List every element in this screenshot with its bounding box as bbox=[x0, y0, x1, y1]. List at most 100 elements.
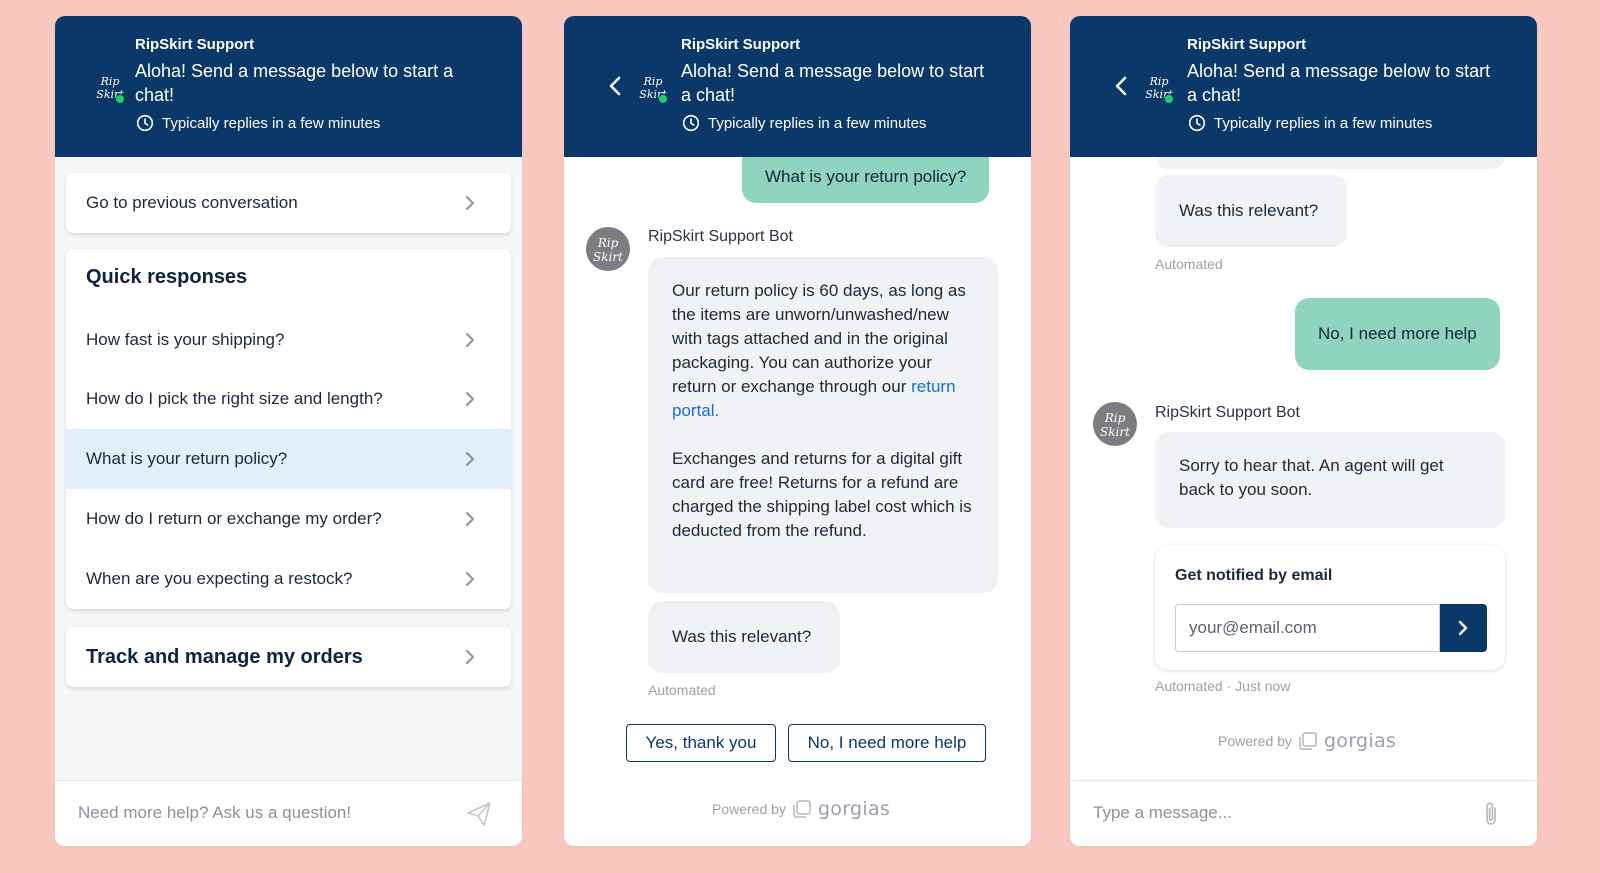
bot-avatar: Rip Skirt bbox=[586, 227, 630, 271]
quick-response-return-policy[interactable]: What is your return policy? bbox=[66, 429, 511, 489]
brand-logo: Rip Skirt bbox=[91, 68, 129, 106]
bot-message-paragraph: Exchanges and returns for a digital gift… bbox=[672, 449, 972, 540]
brand-logo: Rip Skirt bbox=[634, 68, 672, 106]
email-input[interactable]: your@email.com bbox=[1175, 604, 1440, 652]
previous-conversation-label: Go to previous conversation bbox=[86, 193, 298, 212]
chat-widget-home: Rip Skirt RipSkirt Support Aloha! Send a … bbox=[55, 16, 522, 846]
bot-avatar: Rip Skirt bbox=[1093, 402, 1137, 446]
online-status-dot bbox=[115, 94, 125, 104]
need-more-help-button[interactable]: No, I need more help bbox=[788, 724, 986, 762]
previous-conversation-card[interactable]: Go to previous conversation bbox=[66, 173, 511, 233]
chevron-right-icon bbox=[466, 333, 474, 347]
greeting-text: Aloha! Send a message below to start a c… bbox=[681, 59, 1001, 107]
reply-time: Typically replies in a few minutes bbox=[136, 114, 380, 132]
greeting-text: Aloha! Send a message below to start a c… bbox=[1187, 59, 1507, 107]
powered-by: Powered by gorgias bbox=[712, 798, 890, 820]
brand-name: RipSkirt Support bbox=[681, 36, 801, 53]
message-input-placeholder: Type a message... bbox=[1093, 803, 1232, 822]
clock-icon bbox=[682, 114, 700, 132]
user-message: No, I need more help bbox=[1295, 298, 1500, 370]
relevance-question: Was this relevant? bbox=[1155, 175, 1347, 247]
bot-name: RipSkirt Support Bot bbox=[1155, 404, 1300, 421]
chat-widget-conversation: Rip Skirt RipSkirt Support Aloha! Send a … bbox=[564, 16, 1031, 846]
chat-widget-escalation: Rip Skirt RipSkirt Support Aloha! Send a … bbox=[1070, 16, 1537, 846]
quick-response-restock[interactable]: When are you expecting a restock? bbox=[66, 549, 511, 609]
message-input[interactable]: Need more help? Ask us a question! bbox=[55, 780, 522, 846]
reply-time: Typically replies in a few minutes bbox=[682, 114, 926, 132]
chevron-right-icon bbox=[466, 392, 474, 406]
email-card-title: Get notified by email bbox=[1175, 567, 1333, 584]
email-notification-card: Get notified by email your@email.com bbox=[1155, 545, 1505, 670]
clock-icon bbox=[1188, 114, 1206, 132]
gorgias-logo-icon bbox=[793, 800, 811, 818]
chevron-right-icon bbox=[466, 572, 474, 586]
chevron-right-icon bbox=[466, 512, 474, 526]
quick-response-return-exchange[interactable]: How do I return or exchange my order? bbox=[66, 489, 511, 549]
online-status-dot bbox=[658, 94, 668, 104]
gorgias-wordmark: gorgias bbox=[817, 798, 891, 820]
automated-label: Automated bbox=[1155, 256, 1223, 272]
brand-name: RipSkirt Support bbox=[135, 36, 255, 53]
chevron-right-icon bbox=[1458, 620, 1468, 636]
quick-response-label: When are you expecting a restock? bbox=[86, 569, 353, 588]
automated-label: Automated bbox=[648, 682, 716, 698]
brand-logo: Rip Skirt bbox=[1140, 68, 1178, 106]
gorgias-wordmark: gorgias bbox=[1323, 730, 1397, 752]
email-meta: Automated · Just now bbox=[1155, 678, 1291, 694]
yes-thank-you-button[interactable]: Yes, thank you bbox=[626, 724, 776, 762]
greeting-line: a chat! bbox=[681, 85, 736, 105]
track-orders-link[interactable]: Track and manage my orders bbox=[66, 627, 511, 687]
greeting-line: a chat! bbox=[1187, 85, 1242, 105]
home-content: Go to previous conversation Quick respon… bbox=[55, 157, 522, 846]
bot-message-paragraph: Our return policy is 60 days, as long as… bbox=[672, 281, 966, 420]
quick-response-label: How do I pick the right size and length? bbox=[86, 389, 383, 408]
quick-response-label: What is your return policy? bbox=[86, 449, 288, 468]
chat-header: Rip Skirt RipSkirt Support Aloha! Send a … bbox=[564, 16, 1031, 157]
svg-text:Skirt: Skirt bbox=[1100, 425, 1130, 439]
greeting-text: Aloha! Send a message below to start a c… bbox=[135, 61, 454, 105]
reply-time-label: Typically replies in a few minutes bbox=[708, 114, 927, 132]
track-orders-label: Track and manage my orders bbox=[86, 645, 363, 668]
powered-by: Powered by gorgias bbox=[1218, 730, 1396, 752]
relevance-question: Was this relevant? bbox=[648, 601, 840, 673]
powered-by-label: Powered by bbox=[1218, 733, 1292, 749]
online-status-dot bbox=[1164, 94, 1174, 104]
quick-response-shipping[interactable]: How fast is your shipping? bbox=[66, 310, 511, 370]
reply-time-label: Typically replies in a few minutes bbox=[162, 114, 381, 132]
conversation-content: What is your return policy? Rip Skirt Rip… bbox=[564, 143, 1031, 846]
quick-response-label: How do I return or exchange my order? bbox=[86, 509, 382, 528]
quick-responses-card: Quick responses How fast is your shippin… bbox=[66, 249, 511, 609]
paperclip-icon[interactable] bbox=[1483, 800, 1499, 828]
chevron-right-icon bbox=[466, 452, 474, 466]
svg-text:Rip: Rip bbox=[597, 236, 619, 250]
conversation-content: Was this relevant? Automated No, I need … bbox=[1070, 143, 1537, 846]
gorgias-logo-icon bbox=[1299, 732, 1317, 750]
chevron-right-icon bbox=[466, 196, 474, 210]
reply-time: Typically replies in a few minutes bbox=[1188, 114, 1432, 132]
message-input-placeholder: Need more help? Ask us a question! bbox=[78, 803, 352, 822]
quick-response-size[interactable]: How do I pick the right size and length? bbox=[66, 369, 511, 429]
svg-text:Rip: Rip bbox=[1149, 75, 1169, 88]
previous-conversation-link[interactable]: Go to previous conversation bbox=[66, 173, 511, 233]
bot-message: Our return policy is 60 days, as long as… bbox=[648, 257, 998, 593]
greeting-line: Aloha! Send a message below to start bbox=[1187, 61, 1491, 81]
greeting-line: Aloha! Send a message below to start bbox=[681, 61, 985, 81]
back-arrow-icon[interactable] bbox=[1114, 74, 1128, 98]
bot-reply: Sorry to hear that. An agent will get ba… bbox=[1155, 432, 1505, 528]
track-orders-card[interactable]: Track and manage my orders bbox=[66, 627, 511, 687]
quick-response-label: How fast is your shipping? bbox=[86, 330, 285, 349]
chevron-right-icon bbox=[466, 650, 474, 664]
quick-responses-title: Quick responses bbox=[86, 266, 248, 288]
brand-name: RipSkirt Support bbox=[1187, 36, 1307, 53]
email-submit-button[interactable] bbox=[1440, 604, 1487, 652]
back-arrow-icon[interactable] bbox=[608, 74, 622, 98]
svg-text:Rip: Rip bbox=[1104, 411, 1126, 425]
clock-icon bbox=[136, 114, 154, 132]
reply-time-label: Typically replies in a few minutes bbox=[1214, 114, 1433, 132]
svg-text:Skirt: Skirt bbox=[593, 250, 623, 264]
send-icon[interactable] bbox=[466, 801, 492, 827]
chat-header: Rip Skirt RipSkirt Support Aloha! Send a … bbox=[55, 16, 522, 157]
svg-text:Rip: Rip bbox=[643, 75, 663, 88]
message-input[interactable]: Type a message... bbox=[1070, 780, 1537, 846]
chat-header: Rip Skirt RipSkirt Support Aloha! Send a … bbox=[1070, 16, 1537, 157]
